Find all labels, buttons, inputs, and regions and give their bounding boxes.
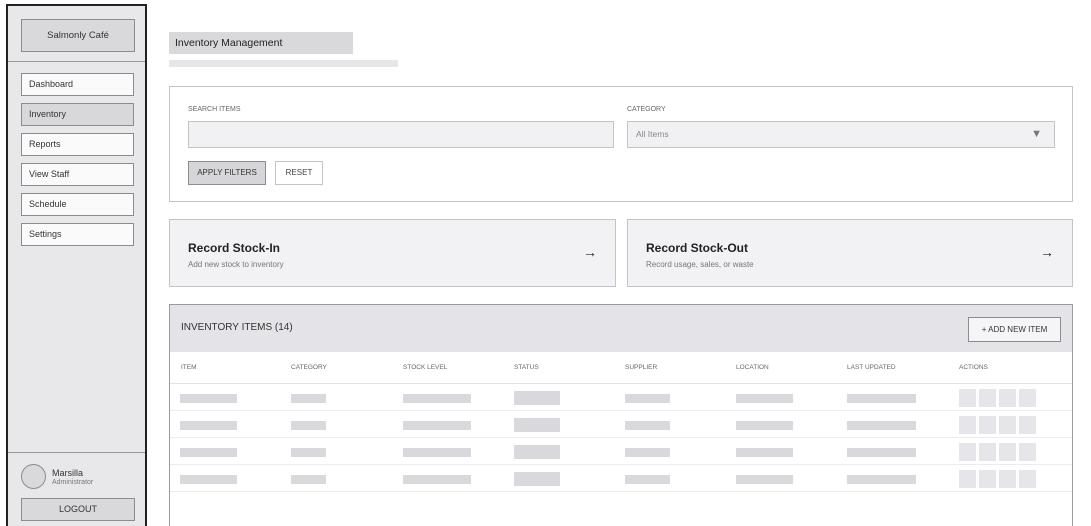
status-placeholder [514,391,560,405]
page-title: Inventory Management [169,32,353,54]
column-header-status: STATUS [514,364,539,371]
row-action-button[interactable] [999,470,1016,488]
user-role: Administrator [52,479,94,486]
search-input[interactable] [188,121,614,148]
category-placeholder [291,475,326,484]
item-placeholder [180,394,237,403]
last-updated-placeholder [847,475,916,484]
logout-button[interactable]: LOGOUT [21,498,135,521]
category-placeholder [291,421,326,430]
table-row[interactable] [170,438,1072,465]
row-action-button[interactable] [979,389,996,407]
row-action-button[interactable] [1019,416,1036,434]
reset-button[interactable]: RESET [275,161,323,185]
row-action-button[interactable] [999,389,1016,407]
column-header-category: CATEGORY [291,364,327,371]
sidebar-item-schedule[interactable]: Schedule [21,193,134,216]
sidebar-item-dashboard[interactable]: Dashboard [21,73,134,96]
category-value: All Items [636,129,669,139]
row-action-button[interactable] [959,416,976,434]
stock-out-subtitle: Record usage, sales, or waste [646,260,754,269]
sidebar: Salmonly Café Dashboard Inventory Report… [6,4,147,526]
location-placeholder [736,394,793,403]
item-placeholder [180,421,237,430]
category-placeholder [291,448,326,457]
category-select[interactable]: All Items ▼ [627,121,1055,148]
subtitle-placeholder [169,60,398,67]
sidebar-divider [8,61,145,62]
record-stock-out-card[interactable]: Record Stock-Out Record usage, sales, or… [627,219,1073,287]
brand-name: Salmonly Café [21,19,135,52]
inventory-table: INVENTORY ITEMS (14) + ADD NEW ITEM ITEM… [169,304,1073,526]
avatar [21,464,46,489]
user-name: Marsilla [52,468,84,478]
column-header-last-updated: LAST UPDATED [847,364,896,371]
stock-in-subtitle: Add new stock to inventory [188,260,284,269]
stock-out-title: Record Stock-Out [646,241,749,255]
stock-level-placeholder [403,394,471,403]
add-new-item-button[interactable]: + ADD NEW ITEM [968,317,1061,342]
sidebar-item-settings[interactable]: Settings [21,223,134,246]
row-action-button[interactable] [979,470,996,488]
location-placeholder [736,448,793,457]
stock-in-title: Record Stock-In [188,241,281,255]
last-updated-placeholder [847,394,916,403]
table-row[interactable] [170,411,1072,438]
item-placeholder [180,448,237,457]
row-action-button[interactable] [1019,389,1036,407]
row-action-button[interactable] [1019,470,1036,488]
filter-panel: SEARCH ITEMS CATEGORY All Items ▼ APPLY … [169,86,1073,202]
category-placeholder [291,394,326,403]
column-header-actions: ACTIONS [959,364,988,371]
column-header-location: LOCATION [736,364,769,371]
status-placeholder [514,445,560,459]
row-action-button[interactable] [999,443,1016,461]
row-action-button[interactable] [959,470,976,488]
apply-filters-button[interactable]: APPLY FILTERS [188,161,266,185]
table-row[interactable] [170,465,1072,492]
supplier-placeholder [625,394,670,403]
stock-level-placeholder [403,448,471,457]
stock-level-placeholder [403,475,471,484]
status-placeholder [514,472,560,486]
dropdown-triangle-icon: ▼ [1031,128,1042,140]
record-stock-in-card[interactable]: Record Stock-In Add new stock to invento… [169,219,616,287]
column-header-stock-level: STOCK LEVEL [403,364,448,371]
arrow-right-icon: → [1040,244,1054,260]
column-header-item: ITEM [181,364,197,371]
last-updated-placeholder [847,448,916,457]
location-placeholder [736,475,793,484]
sidebar-item-reports[interactable]: Reports [21,133,134,156]
row-action-button[interactable] [979,416,996,434]
row-action-button[interactable] [1019,443,1036,461]
item-placeholder [180,475,237,484]
supplier-placeholder [625,448,670,457]
table-row[interactable] [170,384,1072,411]
row-action-button[interactable] [959,443,976,461]
sidebar-footer-divider [8,452,145,453]
supplier-placeholder [625,475,670,484]
stock-level-placeholder [403,421,471,430]
row-action-button[interactable] [979,443,996,461]
inventory-title: INVENTORY ITEMS (14) [181,322,293,333]
sidebar-item-inventory[interactable]: Inventory [21,103,134,126]
status-placeholder [514,418,560,432]
column-header-supplier: SUPPLIER [625,364,658,371]
row-action-button[interactable] [999,416,1016,434]
sidebar-item-view-staff[interactable]: View Staff [21,163,134,186]
location-placeholder [736,421,793,430]
inventory-header: INVENTORY ITEMS (14) + ADD NEW ITEM [170,305,1072,352]
arrow-right-icon: → [583,244,597,260]
last-updated-placeholder [847,421,916,430]
supplier-placeholder [625,421,670,430]
row-action-button[interactable] [959,389,976,407]
search-label: SEARCH ITEMS [188,106,241,113]
category-label: CATEGORY [627,106,666,113]
